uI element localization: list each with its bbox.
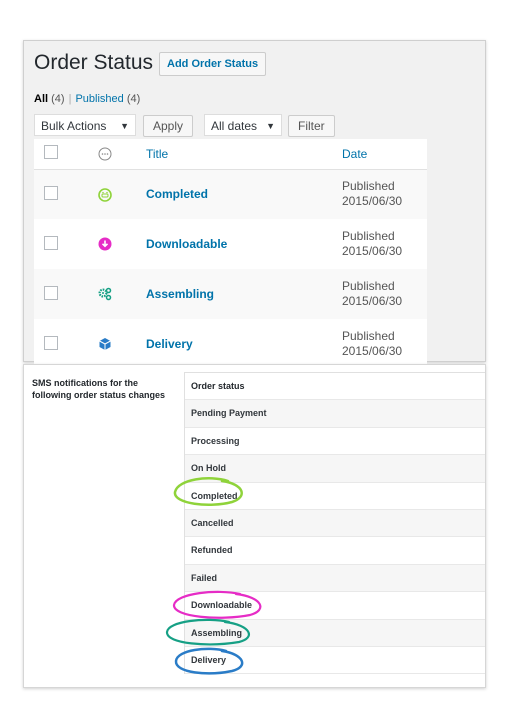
all-dates-select[interactable]: All dates ▼ [204,114,282,136]
bulk-actions-select[interactable]: Bulk Actions ▼ [34,114,136,136]
icon-column-header [98,139,146,169]
page-title: Order Status [34,51,154,74]
status-option-completed[interactable]: Completed [185,483,485,510]
order-status-list: Order status Pending Payment Processing … [184,372,485,675]
table-header-row: Title Date [34,139,427,169]
bulk-actions-value: Bulk Actions [41,119,107,133]
caret-down-icon: ▼ [266,121,275,131]
table-row: Downloadable Published 2015/06/30 [34,219,427,269]
status-option-delivery[interactable]: Delivery [185,647,485,675]
status-option-on-hold[interactable]: On Hold [185,455,485,483]
filter-all-link[interactable]: All (4) [34,93,65,105]
status-option-assembling[interactable]: Assembling [185,619,485,647]
filter-published-link[interactable]: Published (4) [75,93,140,105]
publish-date: 2015/06/30 [342,244,403,258]
table-row: Completed Published 2015/06/30 [34,169,427,219]
date-column-header[interactable]: Date [342,139,427,169]
all-dates-value: All dates [211,119,258,133]
publish-status: Published [342,329,395,343]
caret-down-icon: ▼ [120,121,129,131]
filter-separator: | [68,93,72,105]
box-icon [99,338,111,351]
add-order-status-button[interactable]: Add Order Status [159,52,267,76]
sms-notifications-label: SMS notifications for the following orde… [32,378,166,400]
order-status-panel: Order Status Add Order Status All (4) | Pu… [23,40,486,369]
status-option-pending-payment[interactable]: Pending Payment [185,400,485,428]
gears-icon [98,288,112,301]
select-all-cell [34,139,98,169]
row-checkbox[interactable] [44,335,58,350]
status-option-cancelled[interactable]: Cancelled [185,509,485,538]
ellipsis-circle-icon [98,147,112,161]
order-status-header: Order status [185,373,485,401]
title-column-header[interactable]: Title [146,139,342,169]
row-checkbox[interactable] [44,185,58,200]
filter-button[interactable]: Filter [288,115,335,137]
select-all-checkbox[interactable] [44,145,58,160]
status-option-refunded[interactable]: Refunded [185,537,485,565]
publish-status: Published [342,179,395,194]
apply-button[interactable]: Apply [143,115,194,137]
publish-status: Published [342,229,395,243]
download-icon [98,237,112,251]
publish-date: 2015/06/30 [342,194,403,209]
status-option-processing[interactable]: Processing [185,428,485,456]
publish-date: 2015/06/30 [342,344,403,358]
row-checkbox[interactable] [44,285,58,300]
row-checkbox[interactable] [44,235,58,250]
status-option-failed[interactable]: Failed [185,564,485,593]
publish-date: 2015/06/30 [342,294,403,308]
status-option-downloadable[interactable]: Downloadable [185,592,485,620]
status-filter-links: All (4) | Published (4) [34,93,140,105]
sms-notifications-panel: SMS notifications for the following orde… [23,364,486,688]
table-row: Assembling Published 2015/06/30 [34,269,427,319]
status-title-link[interactable]: Assembling [146,287,214,301]
smiley-icon [98,187,112,202]
status-title-link[interactable]: Completed [146,187,208,201]
publish-status: Published [342,279,395,293]
order-status-table: Title Date Completed Published 2015/06/30 [34,139,427,369]
table-row: Delivery Published 2015/06/30 [34,319,427,369]
status-title-link[interactable]: Delivery [146,337,193,351]
status-title-link[interactable]: Downloadable [146,237,227,251]
